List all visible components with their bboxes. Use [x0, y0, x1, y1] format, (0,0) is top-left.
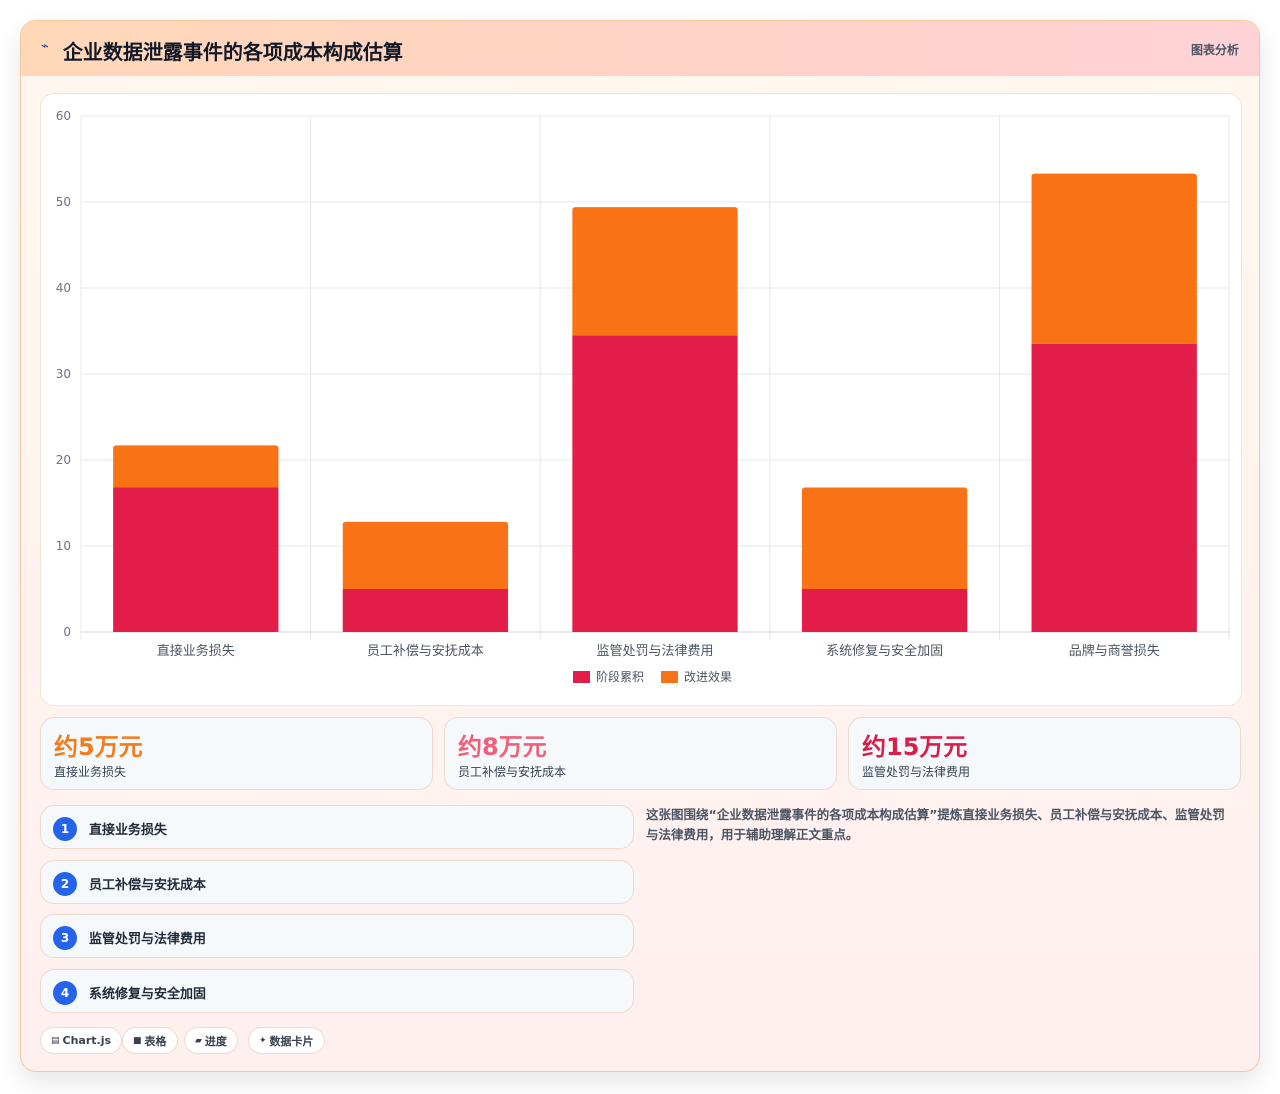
legend-swatch: [661, 671, 678, 683]
bar-segment: [801, 589, 968, 632]
chip-label: 数据卡片: [269, 1034, 314, 1048]
stat-label: 直接业务损失: [54, 765, 127, 779]
stat-card: 约15万元 监管处罚与法律费用: [848, 717, 1241, 790]
stat-label: 监管处罚与法律费用: [862, 765, 971, 779]
x-tick-label: 员工补偿与安抚成本: [367, 644, 484, 659]
x-tick-label: 直接业务损失: [157, 643, 235, 659]
x-tick-label: 监管处罚与法律费用: [596, 644, 713, 659]
report-card: ⌁ 企业数据泄露事件的各项成本构成估算 图表分析 0 10 20 30 40 50 60 直接…: [20, 20, 1260, 1072]
y-tick-label: 20: [56, 453, 71, 467]
chart-icon: ⌁: [41, 39, 49, 54]
chip-label: 进度: [204, 1034, 227, 1048]
stat-value: 约15万元: [862, 733, 968, 761]
sparkle-icon: ✦: [259, 1035, 267, 1046]
bar-segment: [342, 589, 509, 632]
bar-segment: [1031, 173, 1197, 344]
step-item[interactable]: 4 系统修复与安全加固: [40, 969, 634, 1013]
chip-table[interactable]: ■ 表格: [122, 1027, 178, 1054]
chip-progress[interactable]: ▰ 进度: [184, 1027, 238, 1054]
bar-segment: [572, 335, 738, 632]
step-label: 直接业务损失: [89, 823, 168, 838]
stat-card: 约5万元 直接业务损失: [40, 717, 433, 790]
step-item[interactable]: 1 直接业务损失: [40, 805, 634, 849]
chip-label: 表格: [144, 1034, 167, 1048]
chip-chartjs[interactable]: ▤ Chart.js: [40, 1027, 123, 1054]
stacked-bar-chart: 0 10 20 30 40 50 60 直接业务损失 员工补偿与安抚成本 监管处罚与法律费用 系统修…: [56, 109, 1230, 684]
x-tick-label: 品牌与商誉损失: [1069, 643, 1160, 659]
bar-segment: [113, 487, 279, 632]
chart-description: 这张图围绕“企业数据泄露事件的各项成本构成估算”提炼直接业务损失、员工补偿与安抚…: [646, 807, 1225, 842]
chart-icon: ▤: [51, 1035, 60, 1046]
chip-data-card[interactable]: ✦ 数据卡片: [248, 1027, 325, 1054]
y-tick-label: 50: [56, 195, 71, 209]
bar-segment: [113, 445, 279, 488]
step-label: 系统修复与安全加固: [89, 987, 207, 1002]
stat-value: 约8万元: [458, 733, 547, 761]
y-tick-label: 60: [56, 109, 71, 123]
bar-segment: [342, 521, 509, 589]
bar-segment: [1031, 343, 1197, 632]
legend-label: 改进效果: [684, 669, 732, 684]
step-item[interactable]: 3 监管处罚与法律费用: [40, 914, 634, 958]
step-label: 监管处罚与法律费用: [89, 932, 207, 947]
y-tick-label: 40: [56, 281, 71, 295]
step-label: 员工补偿与安抚成本: [89, 878, 207, 893]
bar-segment: [572, 207, 738, 336]
table-icon: ■: [133, 1035, 142, 1046]
page-title: 企业数据泄露事件的各项成本构成估算: [63, 40, 403, 64]
y-tick-label: 0: [63, 625, 71, 639]
x-tick-label: 系统修复与安全加固: [826, 643, 943, 659]
legend-swatch: [573, 671, 590, 683]
step-number-badge: 3: [53, 926, 77, 950]
step-number-badge: 1: [53, 817, 77, 841]
step-number-badge: 2: [53, 872, 77, 896]
category-tag: 图表分析: [1190, 43, 1239, 57]
card-header: ⌁ 企业数据泄露事件的各项成本构成估算 图表分析: [21, 21, 1259, 76]
stat-card: 约8万元 员工补偿与安抚成本: [444, 717, 837, 790]
chip-label: Chart.js: [62, 1034, 112, 1047]
bar-segment: [801, 487, 968, 589]
step-number-badge: 4: [53, 981, 77, 1005]
progress-icon: ▰: [195, 1035, 202, 1046]
stat-value: 约5万元: [54, 733, 143, 761]
stat-label: 员工补偿与安抚成本: [458, 765, 567, 779]
step-item[interactable]: 2 员工补偿与安抚成本: [40, 860, 634, 904]
legend-label: 阶段累积: [596, 669, 644, 684]
y-tick-label: 30: [56, 367, 71, 381]
chart-panel: 0 10 20 30 40 50 60 直接业务损失 员工补偿与安抚成本 监管处罚与法律费用 系统修…: [40, 93, 1242, 706]
y-tick-label: 10: [56, 539, 71, 553]
